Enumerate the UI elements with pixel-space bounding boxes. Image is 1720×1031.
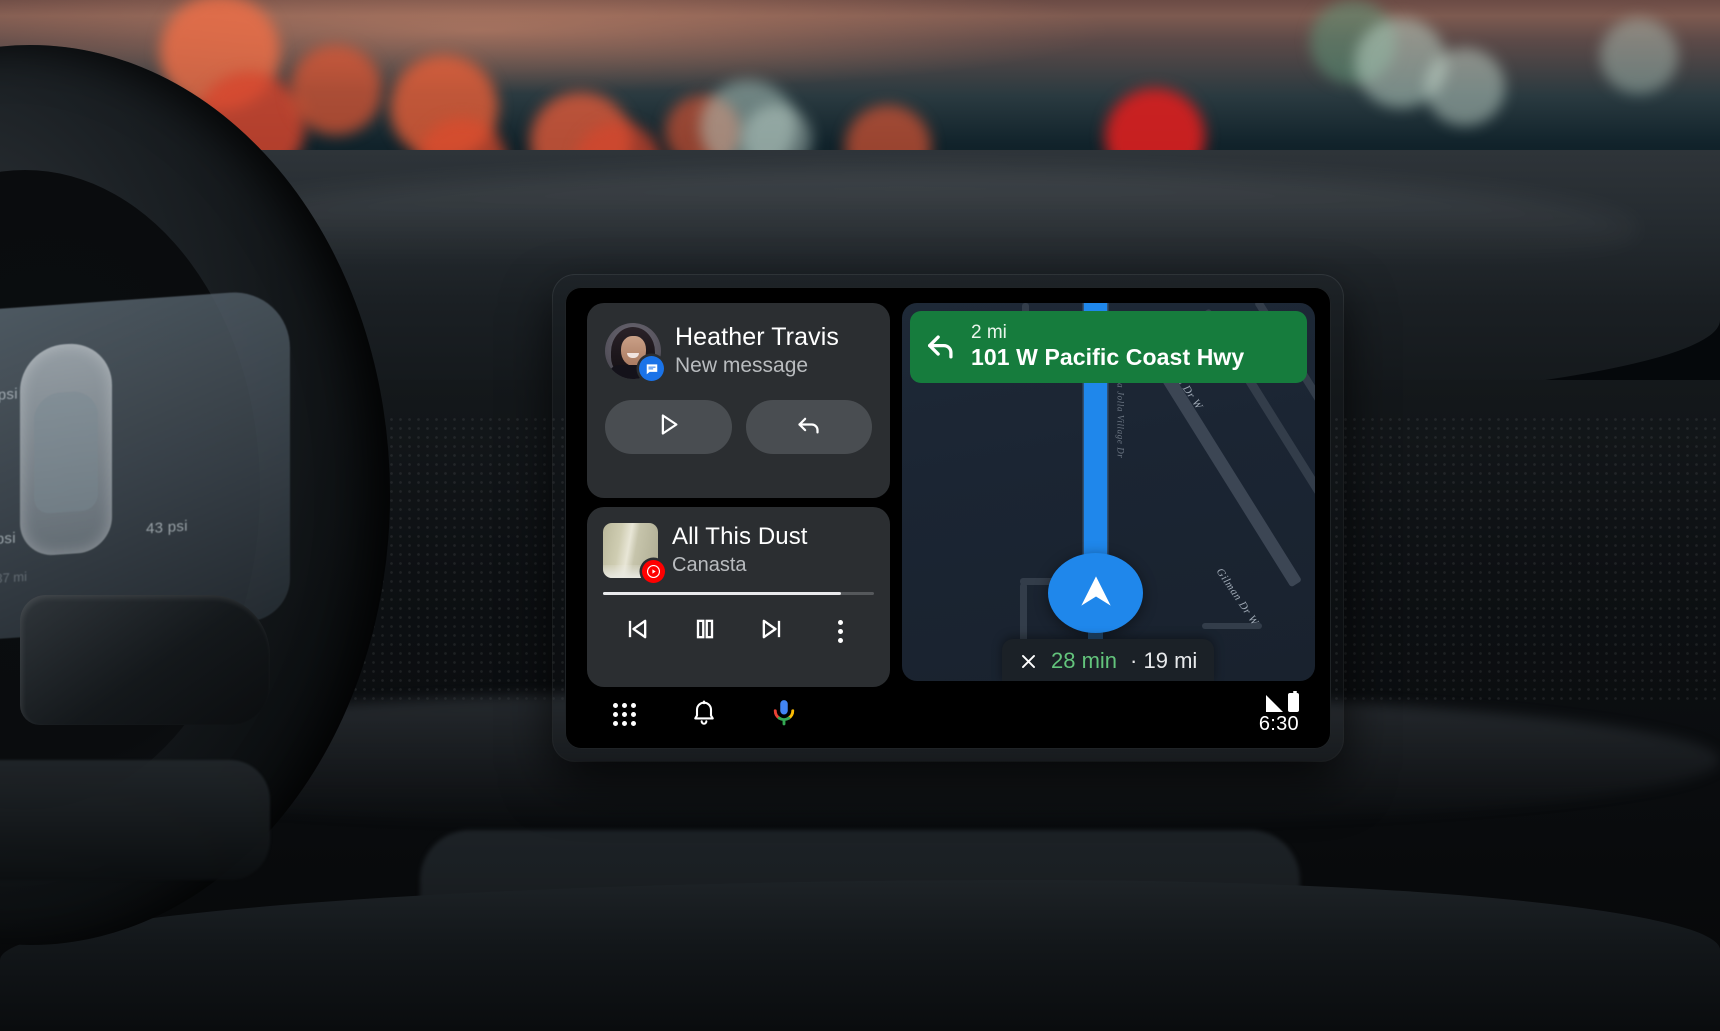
message-header: Heather Travis New message <box>605 322 872 381</box>
message-text-block: Heather Travis New message <box>675 322 839 379</box>
message-subtitle: New message <box>675 354 809 378</box>
system-bar: 6:30 <box>573 687 1323 741</box>
message-actions <box>605 400 872 454</box>
playback-progress-fill <box>603 592 842 595</box>
media-text-block: All This Dust Canasta <box>672 523 808 576</box>
screen-content: Heather Travis New message All This Dust… <box>573 295 1323 687</box>
right-column: Gilman Dr W Gilman Dr W La Jolla Village… <box>896 295 1323 687</box>
pause-button[interactable] <box>671 610 739 652</box>
turn-left-icon <box>924 330 958 364</box>
reply-message-button[interactable] <box>745 400 872 454</box>
navigation-arrow-icon <box>1074 569 1118 618</box>
notifications-button[interactable] <box>687 697 721 731</box>
car-top-view-icon <box>20 340 112 558</box>
app-grid-icon <box>612 702 636 726</box>
range-value: 137 mi <box>0 568 28 587</box>
previous-track-button[interactable] <box>603 610 671 652</box>
steering-wheel-lower-spoke <box>0 760 270 880</box>
eta-distance: · 19 mi <box>1130 648 1198 673</box>
cell-signal-icon <box>1266 694 1283 712</box>
street-label: La Jolla Village Dr <box>1115 377 1126 459</box>
pause-icon <box>691 615 719 648</box>
app-launcher-button[interactable] <box>607 697 641 731</box>
system-bar-buttons <box>607 697 801 731</box>
youtube-music-icon <box>642 560 665 583</box>
navigation-map[interactable]: Gilman Dr W Gilman Dr W La Jolla Village… <box>902 303 1315 681</box>
tire-pressure-rear-left: 42 psi <box>0 529 16 550</box>
more-options-button[interactable] <box>806 610 874 652</box>
maneuver-street: 101 W Pacific Coast Hwy <box>971 344 1245 371</box>
play-message-button[interactable] <box>605 400 732 454</box>
google-assistant-button[interactable] <box>767 697 801 731</box>
battery-icon <box>1288 690 1299 712</box>
navigation-text-block: 2 mi 101 W Pacific Coast Hwy <box>971 322 1244 371</box>
playback-progress-bar[interactable] <box>603 592 874 595</box>
overflow-menu-icon <box>837 619 843 643</box>
tire-pressure-rear-right: 43 psi <box>146 517 188 538</box>
next-track-button[interactable] <box>739 610 807 652</box>
play-icon <box>655 411 682 443</box>
maneuver-distance: 2 mi <box>971 322 1007 344</box>
steering-wheel-spoke <box>20 595 270 725</box>
assistant-mic-icon <box>769 697 799 732</box>
message-card[interactable]: Heather Travis New message <box>587 303 890 498</box>
media-header: All This Dust Canasta <box>603 523 874 583</box>
bell-icon <box>690 698 718 731</box>
track-title: All This Dust <box>672 523 808 551</box>
current-location-puck <box>1048 553 1143 633</box>
car-interior-scene: 43 psi 42 psi 43 psi 137 mi <box>0 0 1720 1031</box>
bokeh-light <box>290 45 382 135</box>
bokeh-light <box>1425 48 1505 126</box>
close-icon[interactable] <box>1019 652 1038 671</box>
android-auto-screen: Heather Travis New message All This Dust… <box>573 295 1323 741</box>
skip-previous-icon <box>623 615 651 648</box>
reply-icon <box>795 411 822 443</box>
album-art <box>603 523 665 583</box>
clock: 6:30 <box>1258 712 1299 735</box>
sender-name: Heather Travis <box>675 322 839 351</box>
tire-pressure-front-left: 43 psi <box>0 385 18 405</box>
skip-next-icon <box>758 615 786 648</box>
bokeh-light <box>1600 18 1678 94</box>
transport-controls <box>603 610 874 652</box>
dashboard-sheen <box>180 170 1640 290</box>
instrument-cluster: 43 psi 42 psi 43 psi 137 mi <box>0 288 290 642</box>
street-label: Gilman Dr W <box>1213 566 1261 628</box>
messages-icon <box>639 356 664 381</box>
system-status: 6:30 <box>1258 690 1305 736</box>
media-card[interactable]: All This Dust Canasta <box>587 507 890 687</box>
eta-duration: 28 min <box>1051 648 1118 673</box>
eta-chip[interactable]: 28 min · 19 mi <box>1002 639 1215 681</box>
avatar <box>605 323 664 381</box>
navigation-banner: 2 mi 101 W Pacific Coast Hwy <box>910 311 1307 383</box>
status-icons <box>1266 690 1299 712</box>
left-column: Heather Travis New message All This Dust… <box>573 295 896 687</box>
track-artist: Canasta <box>672 553 747 576</box>
